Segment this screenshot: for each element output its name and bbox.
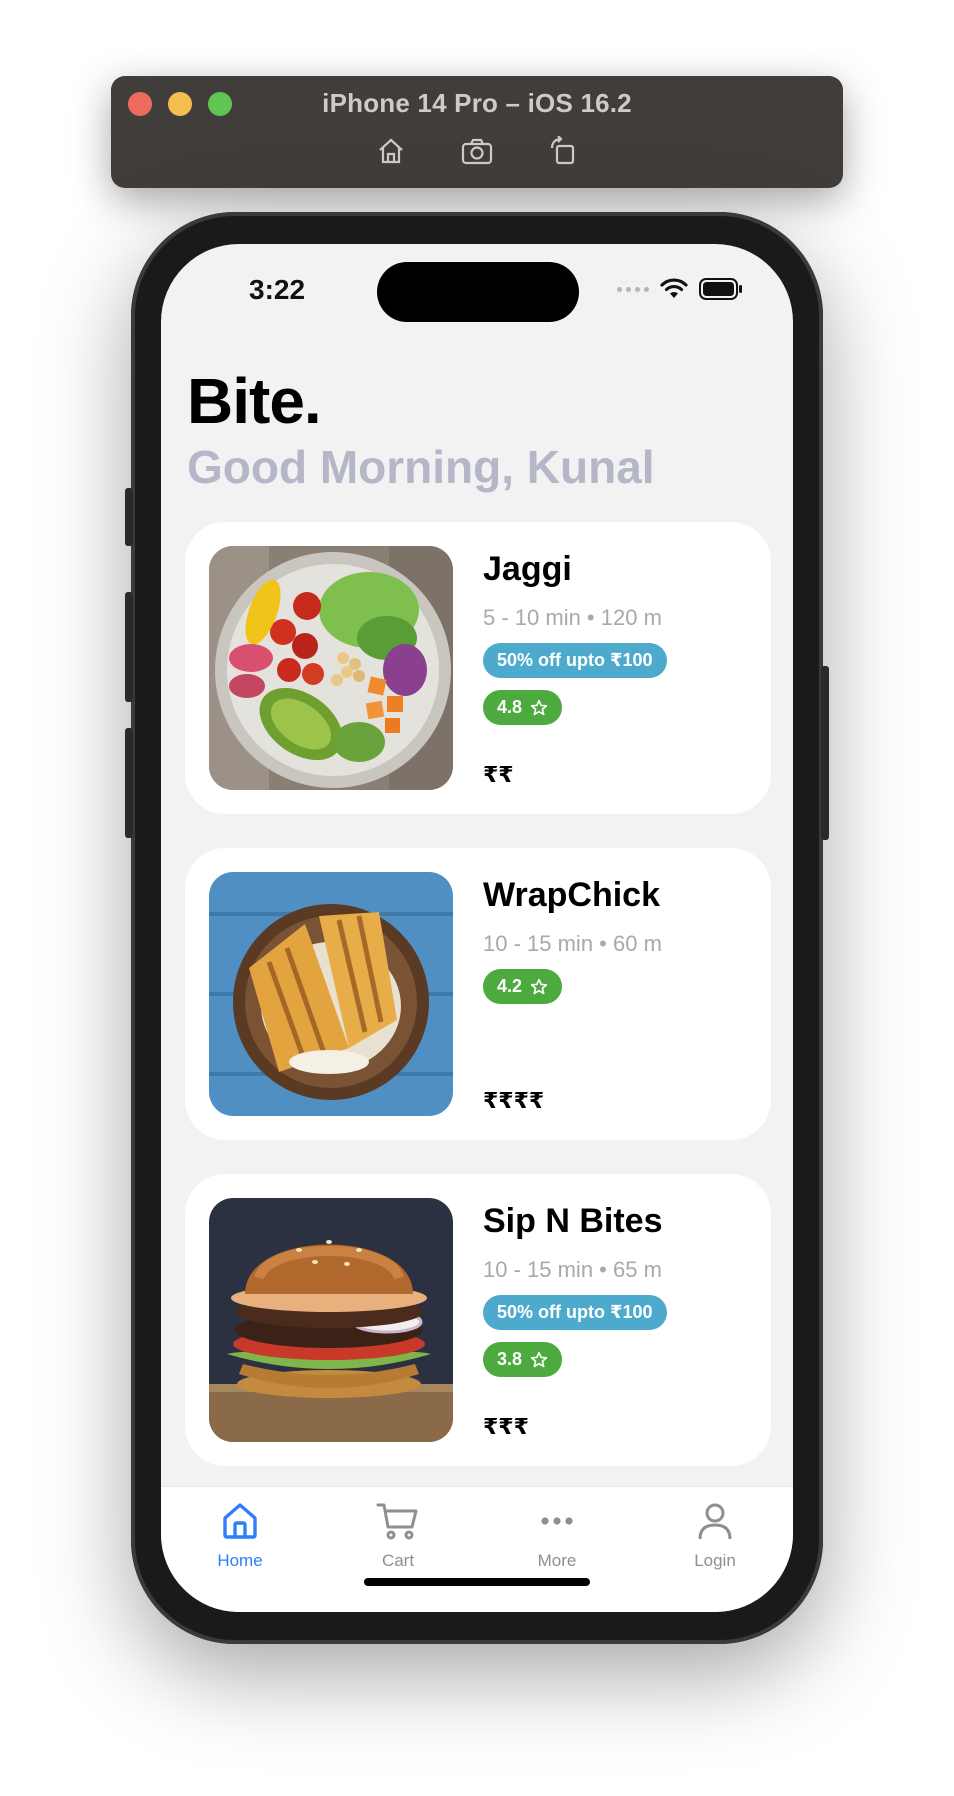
volume-down-button <box>125 728 133 838</box>
restaurant-meta: 5 - 10 min • 120 m <box>483 605 662 630</box>
status-time: 3:22 <box>249 274 306 305</box>
tab-more[interactable]: More <box>497 1497 617 1571</box>
simulator-title: iPhone 14 Pro – iOS 16.2 <box>322 88 632 118</box>
star-icon <box>530 978 548 994</box>
burger-image <box>209 1198 453 1442</box>
cart-icon <box>376 1503 418 1540</box>
rating-value: 4.8 <box>497 697 523 717</box>
star-icon <box>530 1351 548 1367</box>
phone-frame: 3:22 Bite. Good Morning, Kunal Jaggi 5 -… <box>125 212 829 1644</box>
restaurant-meta: 10 - 15 min • 65 m <box>483 1257 662 1282</box>
status-icons <box>617 278 743 300</box>
price-level: ₹₹₹₹ <box>483 1088 545 1113</box>
home-indicator <box>364 1578 590 1586</box>
rating-badge: 4.2 <box>483 969 563 1004</box>
restaurant-meta: 10 - 15 min • 60 m <box>483 931 662 956</box>
tab-label: More <box>537 1551 577 1570</box>
home-icon[interactable] <box>374 134 408 168</box>
salad-bowl-image <box>209 546 453 790</box>
phone-screen: 3:22 Bite. Good Morning, Kunal Jaggi 5 -… <box>161 244 793 1612</box>
battery-icon <box>699 278 742 300</box>
restaurant-name: WrapChick <box>483 876 660 914</box>
person-icon <box>698 1503 732 1540</box>
dynamic-island <box>377 262 579 322</box>
tab-bar: Home Cart More Login <box>161 1486 793 1612</box>
signal-icon <box>617 286 649 292</box>
more-icon <box>541 1517 573 1525</box>
tab-label: Login <box>694 1551 736 1570</box>
tab-login[interactable]: Login <box>655 1497 775 1571</box>
tab-cart[interactable]: Cart <box>338 1497 458 1571</box>
wifi-icon <box>660 278 688 298</box>
action-button <box>125 488 133 546</box>
offer-badge: 50% off upto ₹100 <box>483 643 667 678</box>
rating-value: 4.2 <box>497 976 523 996</box>
sandwich-image <box>209 872 453 1116</box>
screenshot-icon[interactable] <box>460 134 494 168</box>
star-icon <box>530 699 548 715</box>
price-level: ₹₹ <box>483 762 514 787</box>
restaurant-card-wrapchick[interactable]: WrapChick 10 - 15 min • 60 m 4.2 ₹₹₹₹ <box>185 848 771 1140</box>
tab-label: Cart <box>381 1551 415 1570</box>
restaurant-name: Jaggi <box>483 550 572 588</box>
home-icon <box>223 1503 257 1539</box>
volume-up-button <box>125 592 133 702</box>
rating-badge: 3.8 <box>483 1342 563 1377</box>
brand-title: Bite. <box>187 365 322 437</box>
restaurant-name: Sip N Bites <box>483 1202 663 1240</box>
tab-label: Home <box>217 1551 263 1570</box>
restaurant-card-jaggi[interactable]: Jaggi 5 - 10 min • 120 m 50% off upto ₹1… <box>185 522 771 814</box>
tab-home[interactable]: Home <box>180 1497 300 1571</box>
rotate-icon[interactable] <box>546 134 580 168</box>
price-level: ₹₹₹ <box>483 1414 529 1439</box>
offer-badge: 50% off upto ₹100 <box>483 1295 667 1330</box>
rating-badge: 4.8 <box>483 690 563 725</box>
power-button <box>821 666 829 840</box>
restaurant-card-sip-n-bites[interactable]: Sip N Bites 10 - 15 min • 65 m 50% off u… <box>185 1174 771 1466</box>
rating-value: 3.8 <box>497 1349 523 1369</box>
greeting-text: Good Morning, Kunal <box>187 441 655 493</box>
simulator-title-bar: iPhone 14 Pro – iOS 16.2 <box>111 76 843 188</box>
